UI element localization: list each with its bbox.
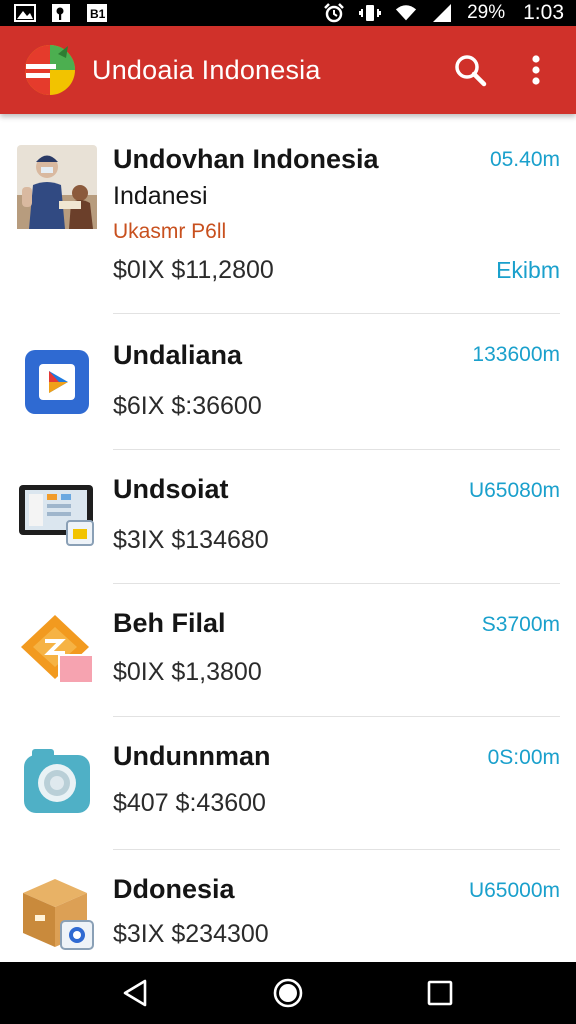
search-icon[interactable] [448,48,492,92]
item-size: U65080m [468,479,560,502]
item-size: U65000m [468,879,560,902]
play-store-icon [16,341,98,423]
app-title: Undoaia Indonesia [92,54,321,85]
clock: 1:03 [523,1,564,24]
battery-level: 29% [467,2,506,23]
navigation-bar [0,962,576,1024]
recents-icon[interactable] [416,969,464,1017]
app-bar: Undoaia Indonesia [0,26,576,114]
camera-icon [16,741,98,823]
item-price: $3IX $134680 [113,526,269,554]
list-item[interactable]: Ddonesia $3IX $234300 U65000m [0,850,576,962]
item-title: Beh Filal [113,608,226,638]
item-action-link[interactable]: Ekibm [496,257,560,284]
item-tag: Ukasmr P6ll [113,220,227,243]
status-bar: B1 29% 1:03 [0,0,576,26]
signal-icon [431,4,453,22]
list-item[interactable]: Undovhan Indonesia Indanesi Ukasmr P6ll … [0,114,576,314]
item-size: 0S:00m [487,746,560,769]
item-title: Ddonesia [113,874,235,904]
item-price: $6IX $:36600 [113,392,262,420]
item-price: $3IX $234300 [113,920,269,948]
status-right: 29% 1:03 [323,1,564,25]
orange-diamond-icon [16,608,98,690]
list-item[interactable]: Undaliana $6IX $:36600 133600m [0,314,576,450]
item-title: Undunnman [113,741,271,771]
back-icon[interactable] [112,969,160,1017]
item-price: $0IX $11,2800 [113,256,274,284]
status-left: B1 [14,4,108,22]
notification-icon: B1 [86,4,108,22]
home-icon[interactable] [264,969,312,1017]
item-title: Undaliana [113,340,243,370]
list-item[interactable]: Beh Filal $0IX $1,3800 S3700m [0,584,576,717]
tablet-app-icon [16,474,98,556]
photo-people-icon [16,145,98,229]
item-price: $407 $:43600 [113,789,266,817]
item-price: $0IX $1,3800 [113,658,262,686]
item-title: Undovhan Indonesia [113,144,379,174]
app-logo-icon [22,42,78,98]
package-box-icon [16,872,98,954]
alarm-icon [323,3,345,23]
svg-text:B1: B1 [90,7,106,21]
vibrate-icon [359,4,382,22]
image-icon [14,4,36,22]
item-size: 05.40m [489,148,560,171]
item-title: Undsoiat [113,474,229,504]
item-size: S3700m [481,613,560,636]
item-size: 133600m [472,343,560,366]
wifi-icon [395,4,417,22]
more-vert-icon[interactable] [514,48,558,92]
list-item[interactable]: Undunnman $407 $:43600 0S:00m [0,717,576,850]
key-icon [50,4,72,22]
list-item[interactable]: Undsoiat $3IX $134680 U65080m [0,450,576,584]
item-subtitle: Indanesi [113,182,208,210]
app-list: Undovhan Indonesia Indanesi Ukasmr P6ll … [0,114,576,962]
